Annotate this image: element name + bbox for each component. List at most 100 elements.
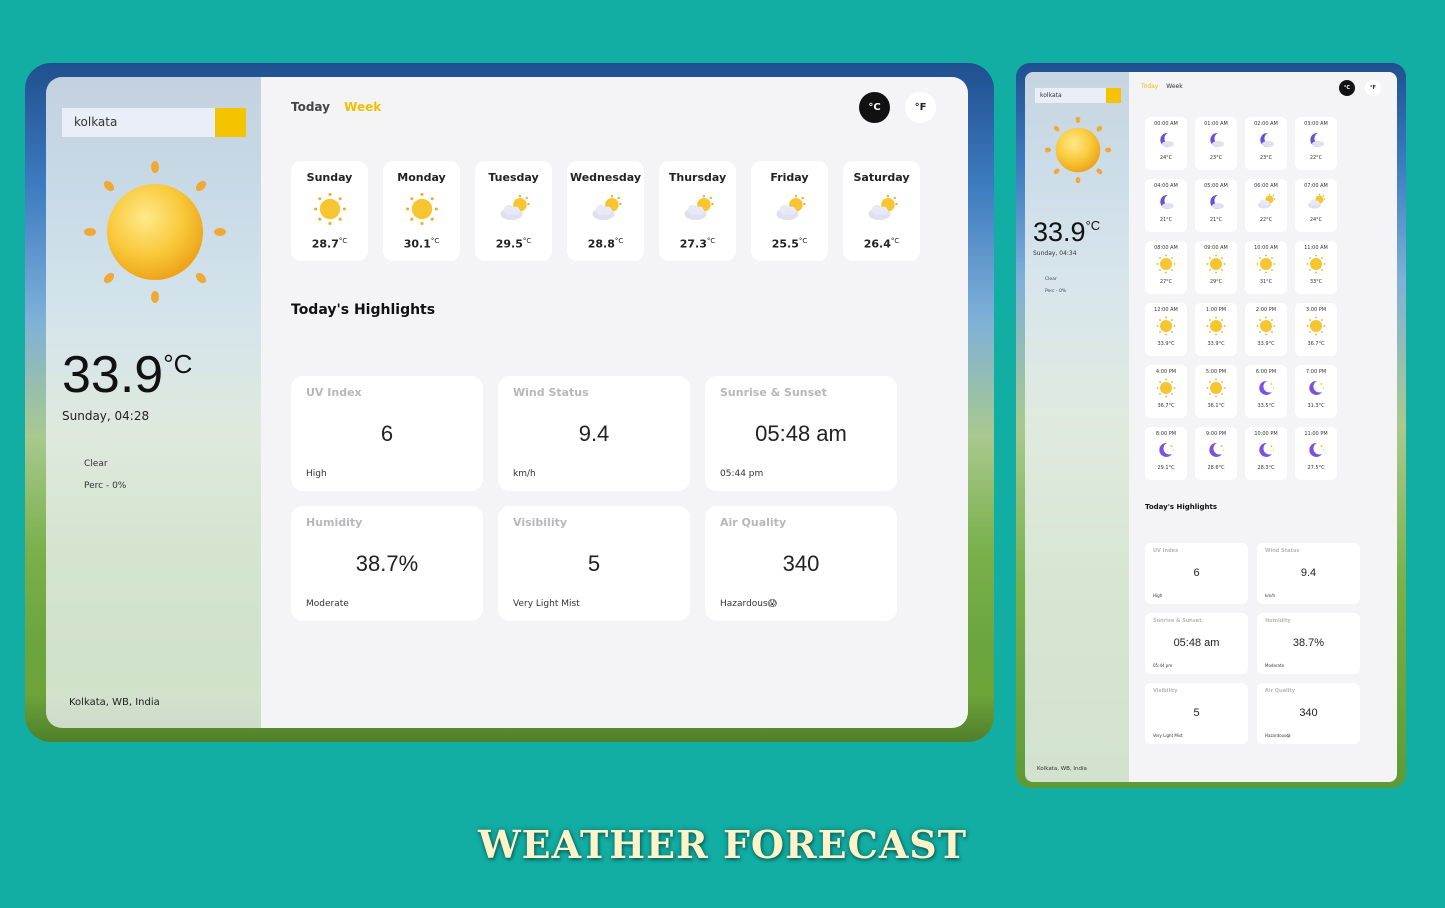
search-input[interactable]: kolkata [62, 108, 215, 137]
highlights-title: Today's Highlights [291, 302, 436, 318]
day-card[interactable]: Saturday 26.4°C [843, 161, 920, 261]
hourly-forecast: 00:00 AM 24°C 01:00 AM 23°C 02:00 AM 23°C 03:0… [1145, 117, 1337, 480]
hour-time: 00:00 AM [1154, 121, 1178, 127]
hour-temperature: 29°C [1209, 279, 1223, 285]
sun-icon [1206, 378, 1226, 398]
tab-today[interactable]: Today [291, 100, 330, 114]
highlight-status: Very Light Mist [513, 599, 580, 609]
day-card[interactable]: Thursday 27.3°C [659, 161, 736, 261]
hour-temperature: 24°C [1309, 217, 1323, 223]
day-card[interactable]: Friday 25.5°C [751, 161, 828, 261]
hour-card[interactable]: 12:00 AM 33.9°C [1145, 303, 1187, 356]
highlight-card: Air Quality 340 Hazardous😱 [1257, 683, 1360, 744]
hour-temperature: 31°C [1259, 279, 1273, 285]
hour-card[interactable]: 04:00 AM 21°C [1145, 179, 1187, 232]
highlight-title: UV Index [1153, 548, 1179, 554]
hour-card[interactable]: 07:00 AM 24°C [1295, 179, 1337, 232]
highlight-value: 9.4 [1300, 567, 1317, 579]
tab-today[interactable]: Today [1141, 83, 1158, 90]
moon-icon [1156, 192, 1176, 212]
highlight-status: High [1153, 593, 1163, 598]
celsius-button[interactable]: °C [1339, 80, 1355, 96]
hour-temperature: 21°C [1159, 217, 1173, 223]
hour-card[interactable]: 2:00 PM 33.9°C [1245, 303, 1287, 356]
hour-card[interactable]: 4:00 PM 36.7°C [1145, 365, 1187, 418]
hour-card[interactable]: 9:00 PM 28.6°C [1195, 427, 1237, 480]
celsius-button[interactable]: °C [859, 92, 890, 123]
hour-card[interactable]: 10:00 AM 31°C [1245, 241, 1287, 294]
hour-time: 8:00 PM [1155, 431, 1177, 437]
hour-card[interactable]: 11:00 PM 27.5°C [1295, 427, 1337, 480]
fahrenheit-button[interactable]: °F [905, 92, 936, 123]
hour-card[interactable]: 10:00 PM 28.3°C [1245, 427, 1287, 480]
hour-card[interactable]: 11:00 AM 33°C [1295, 241, 1337, 294]
highlight-title: Visibility [513, 516, 568, 529]
moon-star-icon [1206, 440, 1226, 460]
sun-icon [1156, 254, 1176, 274]
highlight-value: 9.4 [578, 421, 610, 446]
hour-card[interactable]: 01:00 AM 23°C [1195, 117, 1237, 170]
sun-icon [1256, 316, 1276, 336]
highlight-title: UV Index [306, 386, 362, 399]
moon-star-icon [1306, 440, 1326, 460]
hour-card[interactable]: 3:00 PM 36.7°C [1295, 303, 1337, 356]
highlight-card: UV Index 6 High [291, 376, 483, 491]
hour-card[interactable]: 6:00 PM 33.5°C [1245, 365, 1287, 418]
day-temperature: 25.5°C [771, 237, 808, 251]
sun-icon [84, 161, 226, 303]
hour-card[interactable]: 5:00 PM 36.1°C [1195, 365, 1237, 418]
hour-card[interactable]: 1:00 PM 33.9°C [1195, 303, 1237, 356]
hour-temperature: 33.9°C [1157, 341, 1175, 347]
hour-temperature: 31.3°C [1307, 403, 1325, 409]
sun-icon [1206, 316, 1226, 336]
day-card[interactable]: Sunday 28.7°C [291, 161, 368, 261]
hour-time: 3:00 PM [1305, 307, 1327, 313]
highlight-value: 38.7% [355, 551, 419, 576]
hour-time: 06:00 AM [1254, 183, 1278, 189]
sun-icon [313, 192, 347, 226]
hour-card[interactable]: 05:00 AM 21°C [1195, 179, 1237, 232]
highlight-status: 05:44 pm [1153, 663, 1173, 668]
hour-card[interactable]: 02:00 AM 23°C [1245, 117, 1287, 170]
hour-card[interactable]: 06:00 AM 22°C [1245, 179, 1287, 232]
highlight-title: Wind Status [1265, 548, 1300, 554]
hour-time: 10:00 PM [1254, 431, 1278, 437]
search-button[interactable] [215, 108, 246, 137]
fahrenheit-button[interactable]: °F [1365, 80, 1381, 96]
hour-card[interactable]: 08:00 AM 27°C [1145, 241, 1187, 294]
highlight-card: Sunrise & Sunset 05:48 am 05:44 pm [1145, 613, 1248, 674]
highlights-title: Today's Highlights [1145, 503, 1218, 511]
day-card[interactable]: Monday 30.1°C [383, 161, 460, 261]
highlight-card: UV Index 6 High [1145, 543, 1248, 604]
hour-time: 11:00 AM [1304, 245, 1328, 251]
highlight-status: High [306, 469, 327, 479]
hour-time: 10:00 AM [1254, 245, 1278, 251]
highlight-status: Very Light Mist [1153, 733, 1183, 738]
highlight-title: Air Quality [720, 516, 787, 529]
highlight-status: km/h [1265, 593, 1276, 598]
hour-time: 04:00 AM [1154, 183, 1178, 189]
hour-card[interactable]: 03:00 AM 22°C [1295, 117, 1337, 170]
moon-star-icon [1256, 440, 1276, 460]
hour-card[interactable]: 7:00 PM 31.3°C [1295, 365, 1337, 418]
partly-cloudy-icon [1256, 192, 1276, 212]
hour-time: 02:00 AM [1254, 121, 1278, 127]
day-card[interactable]: Tuesday 29.5°C [475, 161, 552, 261]
hour-time: 03:00 AM [1304, 121, 1328, 127]
search-button[interactable] [1106, 88, 1121, 103]
partly-cloudy-icon [1306, 192, 1326, 212]
tab-week[interactable]: Week [1166, 83, 1182, 90]
hour-card[interactable]: 8:00 PM 29.1°C [1145, 427, 1187, 480]
day-temperature: 28.7°C [311, 237, 348, 251]
search-input[interactable]: kolkata [1035, 88, 1106, 103]
day-card[interactable]: Wednesday 28.8°C [567, 161, 644, 261]
hour-card[interactable]: 00:00 AM 24°C [1145, 117, 1187, 170]
hour-card[interactable]: 09:00 AM 29°C [1195, 241, 1237, 294]
hour-time: 4:00 PM [1155, 369, 1177, 375]
hour-temperature: 23°C [1259, 155, 1273, 161]
hour-temperature: 29.1°C [1157, 465, 1175, 471]
highlight-card: Visibility 5 Very Light Mist [498, 506, 690, 621]
day-name: Friday [770, 171, 809, 184]
hour-time: 08:00 AM [1154, 245, 1178, 251]
tab-week[interactable]: Week [344, 100, 381, 114]
